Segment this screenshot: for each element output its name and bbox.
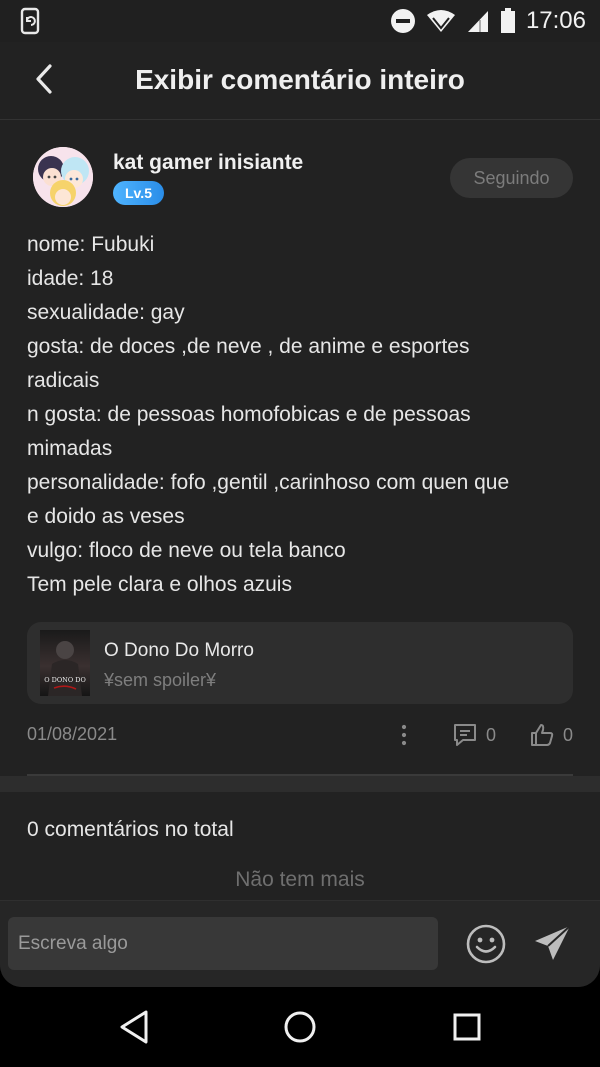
comment-line: n gosta: de pessoas homofobicas e de pes…	[27, 403, 471, 426]
app-screen: Exibir comentário inteiro kat gamer inis…	[0, 42, 600, 987]
comment-line: mimadas	[27, 437, 113, 460]
more-options-icon[interactable]	[393, 722, 415, 748]
comment-input[interactable]	[8, 917, 438, 970]
comment-line: e doido as veses	[27, 505, 185, 528]
author-name[interactable]: kat gamer inisiante	[113, 151, 303, 175]
reply-button[interactable]: 0	[452, 720, 496, 750]
do-not-disturb-icon	[390, 9, 415, 33]
level-badge: Lv.5	[113, 181, 164, 205]
system-nav-bar	[0, 987, 600, 1067]
no-more-label: Não tem mais	[235, 868, 365, 891]
comment-date: 01/08/2021	[27, 724, 118, 744]
nav-back-icon[interactable]	[118, 1009, 150, 1045]
reply-count: 0	[486, 724, 497, 745]
comment-meta: 01/08/2021 0 0	[27, 720, 573, 750]
following-button[interactable]: Seguindo	[450, 158, 573, 198]
story-cover: O DONO DO	[40, 630, 90, 696]
comment-line: radicais	[27, 369, 100, 392]
status-bar: 17:06	[0, 0, 600, 42]
app-header: Exibir comentário inteiro	[0, 42, 600, 120]
comment-line: nome: Fubuki	[27, 233, 155, 256]
emoji-icon[interactable]	[465, 923, 507, 965]
avatar[interactable]	[33, 147, 93, 207]
send-icon[interactable]	[532, 922, 574, 964]
page-title: Exibir comentário inteiro	[135, 64, 465, 95]
comment-input-bar	[0, 900, 600, 987]
story-card[interactable]: O DONO DO O Dono Do Morro ¥sem spoiler¥	[27, 622, 573, 704]
comment-line: idade: 18	[27, 267, 114, 290]
comment-line: Tem pele clara e olhos azuis	[27, 573, 292, 596]
battery-icon	[500, 8, 515, 33]
story-subtitle: ¥sem spoiler¥	[104, 670, 217, 690]
signal-icon	[467, 11, 488, 32]
story-cover-text: O DONO DO	[44, 676, 86, 684]
wifi-icon	[426, 10, 455, 32]
comment-line: sexualidade: gay	[27, 301, 185, 324]
like-count: 0	[563, 724, 574, 745]
comment-line: vulgo: floco de neve ou tela banco	[27, 539, 346, 562]
comment-body: nome: Fubuki idade: 18 sexualidade: gay …	[27, 228, 577, 602]
thumbs-up-icon	[531, 724, 554, 746]
comment-line: gosta: de doces ,de neve , de anime e es…	[27, 335, 470, 358]
status-time: 17:06	[525, 7, 586, 34]
comments-total: 0 comentários no total	[27, 818, 234, 841]
reply-comment-icon	[454, 724, 476, 746]
nav-home-icon[interactable]	[283, 1010, 317, 1044]
story-title: O Dono Do Morro	[104, 640, 254, 661]
section-separator	[0, 776, 600, 792]
comment-line: personalidade: fofo ,gentil ,carinhoso c…	[27, 471, 510, 494]
like-button[interactable]: 0	[529, 720, 573, 750]
comment-author: kat gamer inisiante Lv.5 Seguindo	[33, 147, 573, 209]
screen-rotate-icon	[20, 7, 40, 35]
nav-recents-icon[interactable]	[452, 1012, 482, 1042]
